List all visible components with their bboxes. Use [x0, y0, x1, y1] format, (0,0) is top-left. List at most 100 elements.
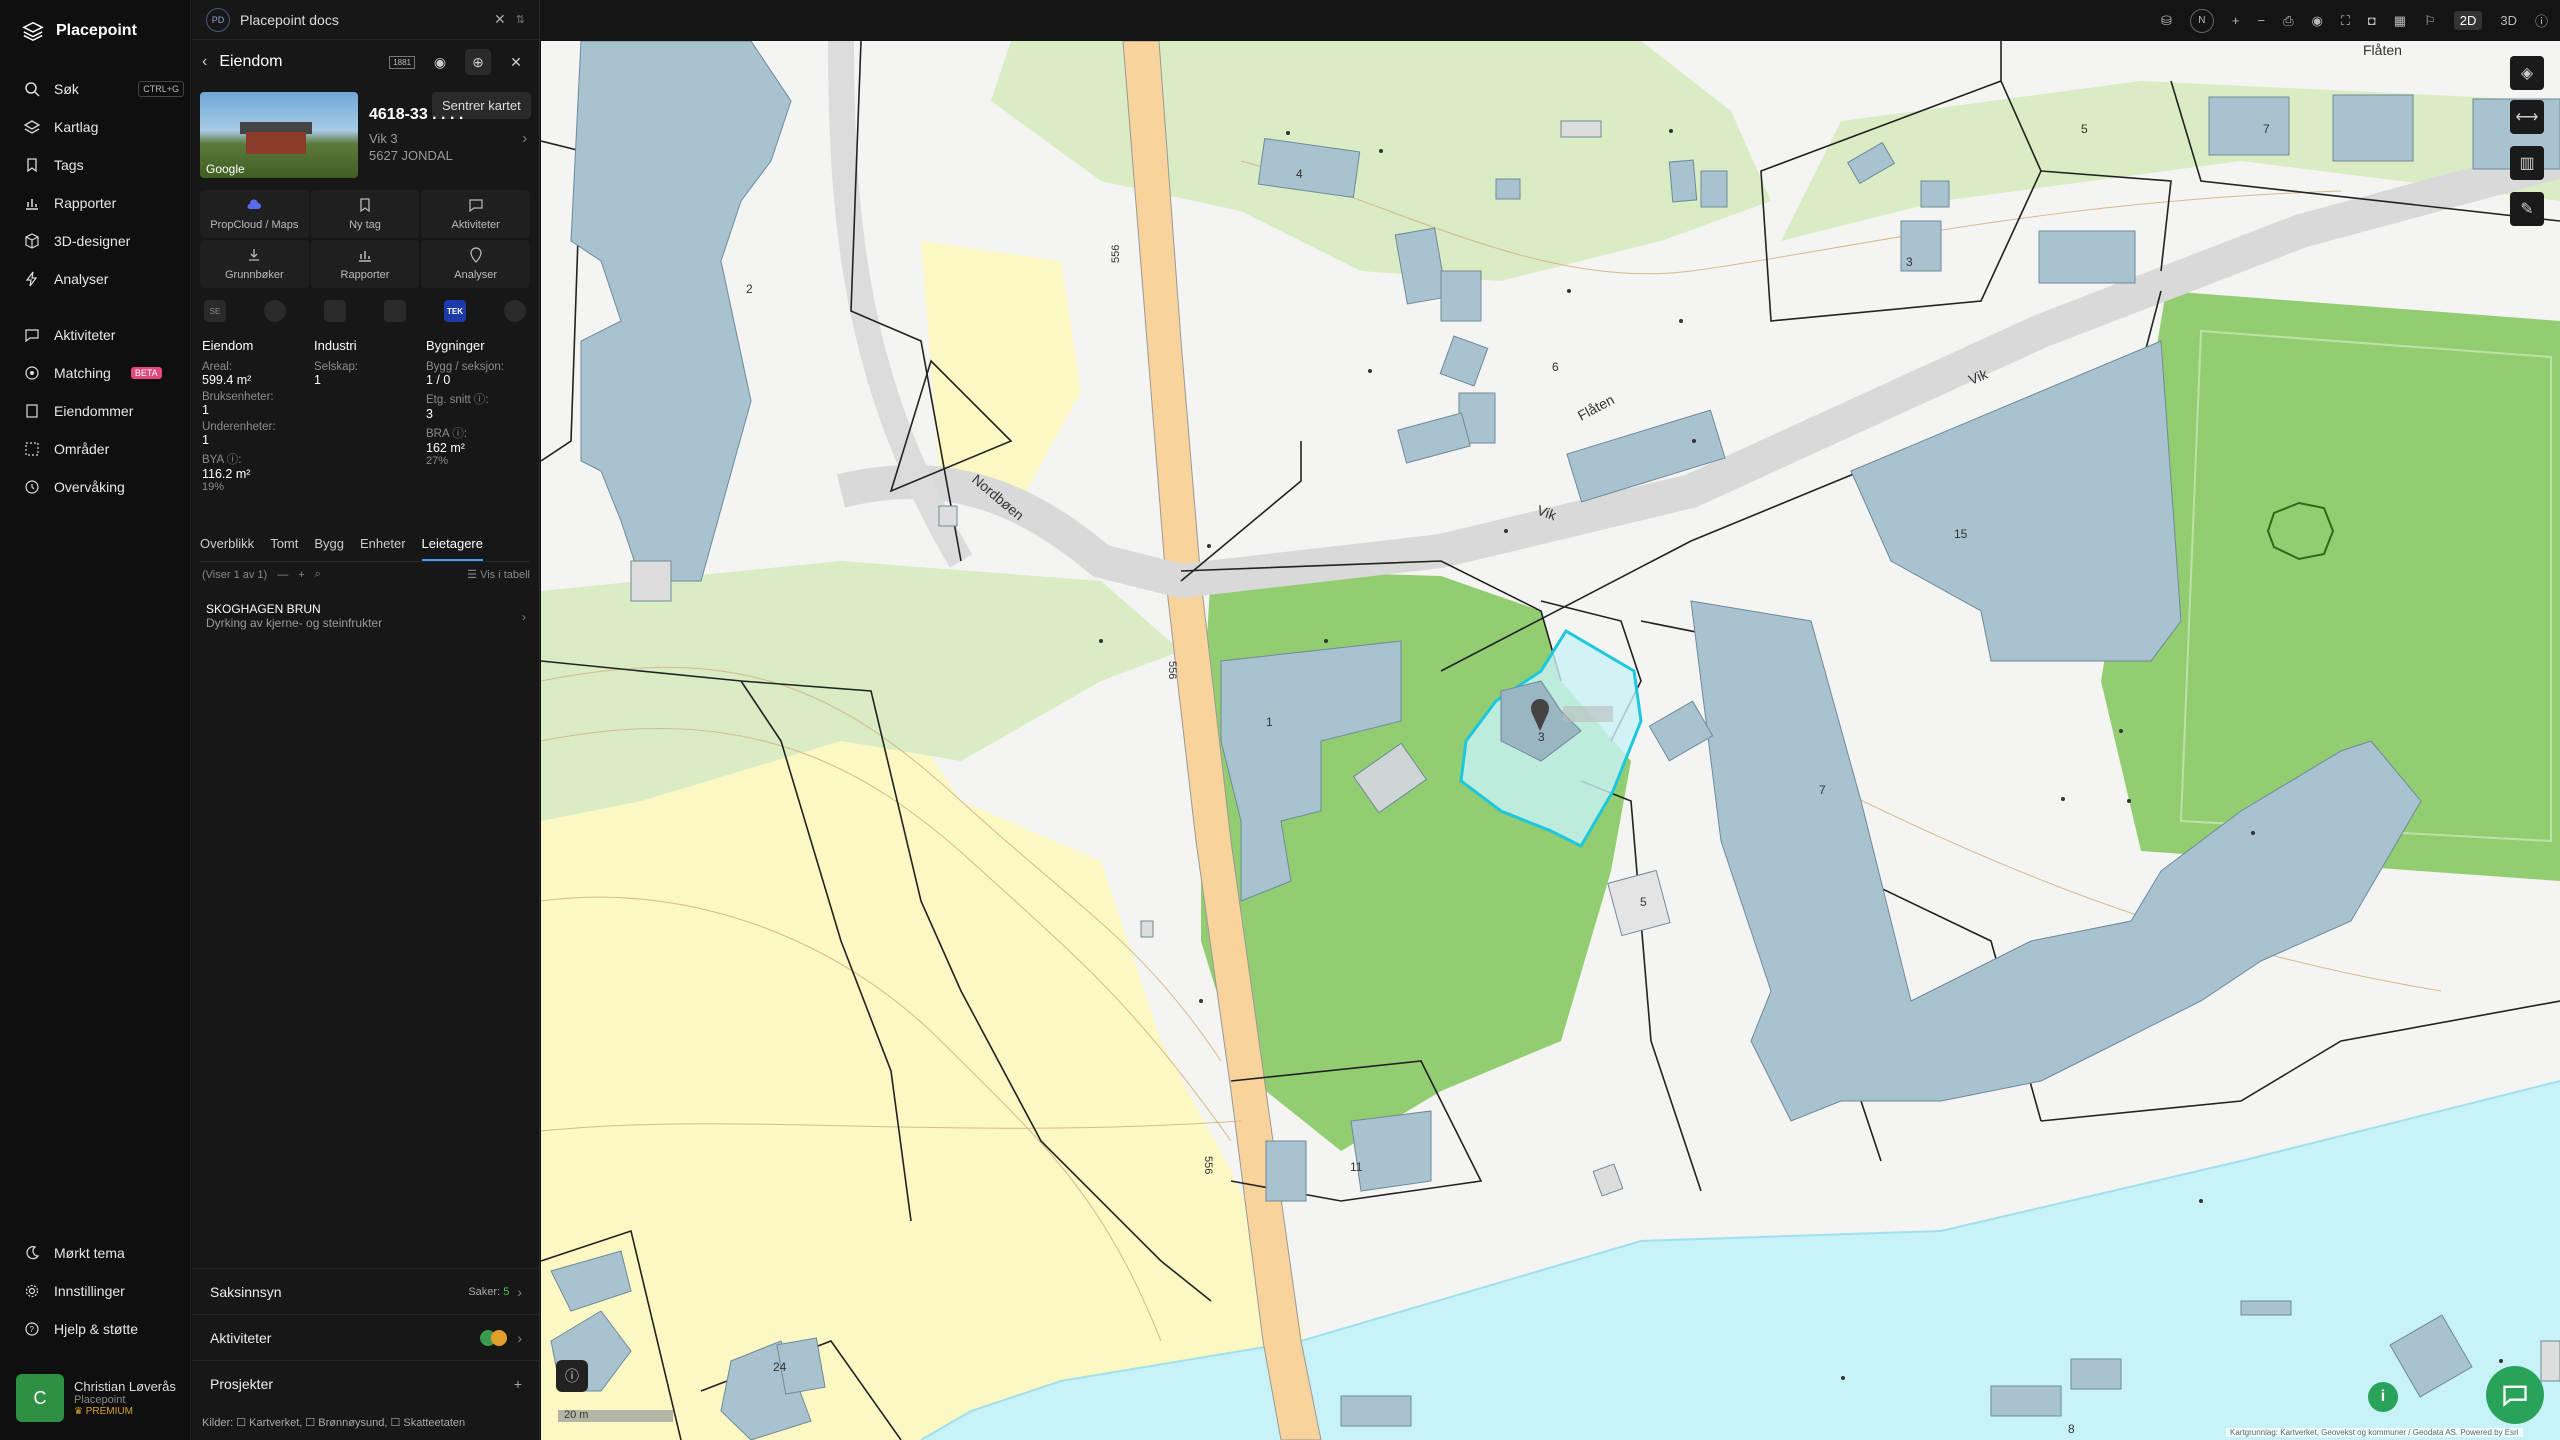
- tab-tomt[interactable]: Tomt: [270, 536, 298, 561]
- map-label-num: 5: [2081, 122, 2088, 136]
- nav-item-settings[interactable]: Innstillinger: [24, 1280, 184, 1302]
- reports-button[interactable]: Rapporter: [310, 240, 420, 288]
- layers-3d-icon[interactable]: ⛁: [2161, 13, 2172, 29]
- map-canvas[interactable]: Flåten Flåten Vik Vik Nordbøen 556 556 5…: [541, 41, 2560, 1440]
- grid-icon[interactable]: ▦: [2394, 13, 2406, 29]
- nav-item-kartlag[interactable]: Kartlag: [24, 116, 184, 138]
- fullscreen-icon[interactable]: ⛶: [2341, 13, 2350, 29]
- back-icon[interactable]: ‹: [202, 53, 207, 71]
- new-tag-button[interactable]: Ny tag: [310, 190, 420, 238]
- chat-icon: [25, 329, 39, 343]
- tab-overblikk[interactable]: Overblikk: [200, 536, 254, 561]
- analyses-button[interactable]: Analyser: [421, 240, 530, 288]
- nav-item-overvaking[interactable]: Overvåking: [24, 476, 184, 498]
- nav-item-tags[interactable]: Tags: [24, 154, 184, 176]
- download-icon: [249, 249, 260, 261]
- nav-item-matching[interactable]: Matching BETA: [24, 362, 184, 384]
- source-tek-icon[interactable]: TEK: [444, 300, 466, 322]
- minus-icon[interactable]: —: [277, 569, 288, 581]
- 3d-toggle[interactable]: 3D: [2500, 13, 2517, 28]
- chevron-right-icon[interactable]: ›: [522, 130, 527, 148]
- source-globe-icon[interactable]: [264, 300, 286, 322]
- close-icon[interactable]: ✕: [503, 49, 529, 75]
- nav-item-3d-designer[interactable]: 3D-designer: [24, 230, 184, 252]
- plus-icon[interactable]: +: [514, 1376, 522, 1392]
- north-compass[interactable]: N: [2189, 8, 2214, 33]
- map-label-num: 7: [2263, 122, 2270, 136]
- chat-icon: [469, 199, 483, 213]
- section-label: Aktiviteter: [210, 1329, 272, 1346]
- stat-value: 3: [426, 407, 433, 421]
- nav-item-analyser[interactable]: Analyser: [24, 268, 184, 290]
- search-icon[interactable]: ⌕: [315, 568, 321, 581]
- nav-label: Tags: [54, 157, 84, 173]
- source-se-icon[interactable]: SE: [204, 300, 226, 322]
- map-label-road-556-2: 556: [1166, 661, 1178, 679]
- docs-title[interactable]: Placepoint docs: [240, 12, 484, 28]
- nav-item-aktiviteter[interactable]: Aktiviteter: [24, 324, 184, 346]
- info-button[interactable]: i: [2368, 1382, 2398, 1412]
- nav-item-rapporter[interactable]: Rapporter: [24, 192, 184, 214]
- chart-tool-icon[interactable]: ▥: [2510, 146, 2544, 180]
- stat-label: Bruksenheter:: [202, 391, 274, 403]
- draw-tool-icon[interactable]: ✎: [2510, 192, 2544, 226]
- map-label-num: 3: [1538, 730, 1545, 744]
- bookmark-icon: [27, 158, 37, 173]
- chevron-updown-icon[interactable]: ⇅: [516, 13, 525, 26]
- action-grid: PropCloud / Maps Ny tag Aktiviteter Grun…: [200, 190, 530, 288]
- plus-icon[interactable]: +: [298, 569, 304, 581]
- premium-badge: ♛ PREMIUM: [74, 1406, 176, 1417]
- layers-logo-icon: [22, 21, 44, 41]
- nav-item-omrader[interactable]: Områder: [24, 438, 184, 460]
- map-svg[interactable]: Flåten Flåten Vik Vik Nordbøen 556 556 5…: [541, 41, 2560, 1440]
- eye-icon[interactable]: ◉: [2311, 13, 2322, 29]
- section-saksinnsyn[interactable]: Saksinnsyn Saker: 5 ›: [192, 1268, 540, 1314]
- measure-tool-icon[interactable]: ⟷: [2510, 100, 2544, 134]
- source-plant-icon[interactable]: [324, 300, 346, 322]
- map-help-button[interactable]: ⓘ: [556, 1360, 588, 1392]
- address-line: Vik 3: [369, 131, 398, 146]
- camera-icon[interactable]: ◘: [2368, 13, 2376, 28]
- section-prosjekter[interactable]: Prosjekter +: [192, 1360, 540, 1406]
- bar-chart-icon: [26, 199, 38, 210]
- 2d-toggle[interactable]: 2D: [2453, 11, 2483, 30]
- print-icon[interactable]: ⎙: [2283, 13, 2293, 29]
- tab-leietagere[interactable]: Leietagere: [421, 536, 483, 561]
- watch-icon: [25, 480, 39, 494]
- zoom-out-icon[interactable]: −: [2257, 13, 2265, 28]
- stat-label: Etg. snitt ⓘ:: [426, 394, 489, 406]
- table-view-button[interactable]: ☰ Vis i tabell: [467, 568, 530, 581]
- source-bars-icon[interactable]: [384, 300, 406, 322]
- eye-icon[interactable]: ◉: [427, 49, 453, 75]
- layers-tool-icon[interactable]: ◈: [2510, 56, 2544, 90]
- 1881-badge[interactable]: 1881: [389, 55, 415, 69]
- cube-icon: [25, 233, 39, 249]
- user-profile[interactable]: C Christian Løverås Placepoint ♛ PREMIUM: [16, 1372, 186, 1424]
- chat-button[interactable]: [2486, 1366, 2544, 1424]
- nav-item-eiendommer[interactable]: Eiendommer: [24, 400, 184, 422]
- info-icon[interactable]: ⓘ: [2535, 11, 2548, 30]
- avatar: C: [16, 1374, 64, 1422]
- tab-bygg[interactable]: Bygg: [314, 536, 344, 561]
- street-view-photo[interactable]: Google: [200, 92, 358, 178]
- source-arrow-icon[interactable]: [504, 300, 526, 322]
- center-map-icon[interactable]: ⊕: [465, 49, 491, 75]
- section-aktiviteter[interactable]: Aktiviteter ›: [192, 1314, 540, 1360]
- stat-value: 1: [202, 433, 209, 447]
- propcloud-button[interactable]: PropCloud / Maps: [200, 190, 309, 238]
- close-icon[interactable]: ✕: [494, 11, 506, 28]
- land-register-button[interactable]: Grunnbøker: [200, 240, 309, 288]
- nav-item-help[interactable]: ? Hjelp & støtte: [24, 1318, 184, 1340]
- map-label-num: 11: [1350, 1160, 1363, 1174]
- bookmark-icon[interactable]: ⚐: [2424, 13, 2436, 29]
- nav-item-dark-theme[interactable]: Mørkt tema: [24, 1242, 184, 1264]
- map-label-num: 3: [1906, 255, 1913, 269]
- zoom-in-icon[interactable]: +: [2232, 13, 2240, 28]
- list-item[interactable]: SKOGHAGEN BRUN Dyrking av kjerne- og ste…: [206, 602, 526, 630]
- docs-bar: PD Placepoint docs ✕ ⇅: [192, 0, 539, 40]
- app-logo[interactable]: Placepoint: [22, 20, 137, 42]
- tab-enheter[interactable]: Enheter: [360, 536, 406, 561]
- nav-item-sok[interactable]: Søk CTRL+G: [24, 78, 184, 100]
- activities-button[interactable]: Aktiviteter: [421, 190, 530, 238]
- postal-line: 5627 JONDAL: [369, 148, 453, 163]
